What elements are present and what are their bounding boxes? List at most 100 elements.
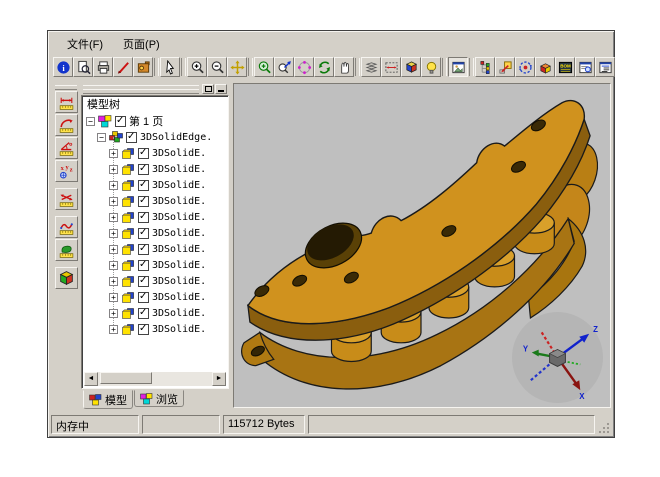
tree-label[interactable]: 3DSolidE. <box>152 276 206 287</box>
menu-item[interactable]: 页面(P) <box>115 35 168 53</box>
orbit-icon[interactable] <box>515 57 535 77</box>
tree-row-part[interactable]: + 3DSolidE. <box>84 145 226 161</box>
expand-icon[interactable]: + <box>109 165 118 174</box>
tree-row-part[interactable]: + 3DSolidE. <box>84 321 226 337</box>
measure-curve-icon[interactable] <box>55 216 78 238</box>
tab-browse[interactable]: 浏览 <box>134 390 184 407</box>
tree-row-page[interactable]: − 第 1 页 <box>84 113 226 129</box>
tree-label[interactable]: 第 1 页 <box>129 113 163 129</box>
zoom-window-icon[interactable] <box>254 57 274 77</box>
tree-label[interactable]: 3DSolidE. <box>152 164 206 175</box>
scroll-left-icon[interactable]: ◄ <box>84 372 98 386</box>
checkbox-checked-icon[interactable] <box>138 164 149 175</box>
panel-hide-button[interactable] <box>215 84 227 94</box>
pan-cross-icon[interactable] <box>227 57 247 77</box>
tree-label[interactable]: 3DSolidE. <box>152 260 206 271</box>
expand-icon[interactable]: + <box>109 149 118 158</box>
expand-icon[interactable]: + <box>109 229 118 238</box>
cube-3d-icon[interactable] <box>401 57 421 77</box>
expand-icon[interactable]: + <box>109 197 118 206</box>
tree-label[interactable]: 3DSolidE. <box>152 292 206 303</box>
tree-row-part[interactable]: + 3DSolidE. <box>84 289 226 305</box>
measure-radius-icon[interactable] <box>55 114 78 136</box>
tree-row-part[interactable]: + 3DSolidE. <box>84 225 226 241</box>
tree-row-part[interactable]: + 3DSolidE. <box>84 305 226 321</box>
checkbox-checked-icon[interactable] <box>138 308 149 319</box>
toolbar-grip[interactable] <box>55 85 77 90</box>
checkbox-checked-icon[interactable] <box>138 276 149 287</box>
measure-area-icon[interactable] <box>55 239 78 261</box>
checkbox-checked-icon[interactable] <box>138 180 149 191</box>
pan-hand-icon[interactable] <box>334 57 354 77</box>
zoom-dynamic-icon[interactable] <box>274 57 294 77</box>
export-part-icon[interactable] <box>495 57 515 77</box>
orientation-trackball[interactable]: Z X Y <box>510 310 605 405</box>
checkbox-checked-icon[interactable] <box>138 148 149 159</box>
collapse-icon[interactable]: − <box>97 133 106 142</box>
menu-item[interactable]: 文件(F) <box>59 35 111 53</box>
tree-row-part[interactable]: + 3DSolidE. <box>84 161 226 177</box>
tree-label[interactable]: 3DSolidE. <box>152 244 206 255</box>
panel-float-button[interactable] <box>202 84 214 94</box>
light-icon[interactable] <box>421 57 441 77</box>
dimension-format-icon[interactable] <box>381 57 401 77</box>
checkbox-checked-icon[interactable] <box>115 116 126 127</box>
checkbox-checked-icon[interactable] <box>138 196 149 207</box>
checkbox-checked-icon[interactable] <box>138 260 149 271</box>
measure-volume-icon[interactable] <box>55 267 78 289</box>
tree-row-part[interactable]: + 3DSolidE. <box>84 177 226 193</box>
image-window-icon[interactable] <box>448 57 468 77</box>
checkbox-checked-icon[interactable] <box>138 212 149 223</box>
scrollbar-track[interactable] <box>98 372 212 386</box>
tree-label[interactable]: 3DSolidE. <box>152 324 206 335</box>
outline-tree-icon[interactable] <box>595 57 615 77</box>
tree-label[interactable]: 3DSolidE. <box>152 308 206 319</box>
expand-icon[interactable]: + <box>109 213 118 222</box>
tree-label[interactable]: 3DSolidE. <box>152 196 206 207</box>
print-icon[interactable] <box>93 57 113 77</box>
checkbox-checked-icon[interactable] <box>138 324 149 335</box>
tree-row-part[interactable]: + 3DSolidE. <box>84 241 226 257</box>
refresh-icon[interactable] <box>314 57 334 77</box>
explode-icon[interactable] <box>535 57 555 77</box>
expand-icon[interactable]: + <box>109 293 118 302</box>
expand-icon[interactable]: + <box>109 309 118 318</box>
tree-row-part[interactable]: + 3DSolidE. <box>84 193 226 209</box>
tab-model[interactable]: 模型 <box>83 390 133 409</box>
tree-row-part[interactable]: + 3DSolidE. <box>84 273 226 289</box>
tree-row-part[interactable]: + 3DSolidE. <box>84 257 226 273</box>
zoom-out-icon[interactable] <box>207 57 227 77</box>
expand-icon[interactable]: + <box>109 181 118 190</box>
properties-window-icon[interactable] <box>575 57 595 77</box>
tree-label[interactable]: 3DSolidE. <box>152 180 206 191</box>
checkbox-checked-icon[interactable] <box>126 132 137 143</box>
tree-row-assembly[interactable]: − 3DSolidEdge. <box>84 129 226 145</box>
expand-icon[interactable]: + <box>109 277 118 286</box>
resize-grip[interactable] <box>598 415 611 434</box>
snapshot-icon[interactable] <box>133 57 153 77</box>
checkbox-checked-icon[interactable] <box>138 292 149 303</box>
viewport-3d[interactable]: Z X Y <box>233 83 611 408</box>
expand-icon[interactable]: + <box>109 261 118 270</box>
tree-label[interactable]: 3DSolidE. <box>152 212 206 223</box>
tree-label[interactable]: 3DSolidE. <box>152 228 206 239</box>
measure-length-icon[interactable] <box>55 91 78 113</box>
expand-icon[interactable]: + <box>109 245 118 254</box>
select-cursor-icon[interactable] <box>160 57 180 77</box>
print-preview-icon[interactable] <box>73 57 93 77</box>
measure-angle-icon[interactable] <box>55 137 78 159</box>
info-icon[interactable]: i <box>53 57 73 77</box>
scroll-right-icon[interactable]: ► <box>212 372 226 386</box>
collapse-icon[interactable]: − <box>86 117 95 126</box>
panel-grip[interactable] <box>81 83 229 95</box>
tree-row-part[interactable]: + 3DSolidE. <box>84 209 226 225</box>
scrollbar-thumb[interactable] <box>100 372 152 384</box>
checkbox-checked-icon[interactable] <box>138 244 149 255</box>
measure-distance-icon[interactable] <box>55 188 78 210</box>
checkbox-checked-icon[interactable] <box>138 228 149 239</box>
redline-icon[interactable] <box>113 57 133 77</box>
expand-icon[interactable]: + <box>109 325 118 334</box>
tree-label[interactable]: 3DSolidE. <box>152 148 206 159</box>
zoom-in-icon[interactable] <box>187 57 207 77</box>
bom-icon[interactable]: BOM <box>555 57 575 77</box>
